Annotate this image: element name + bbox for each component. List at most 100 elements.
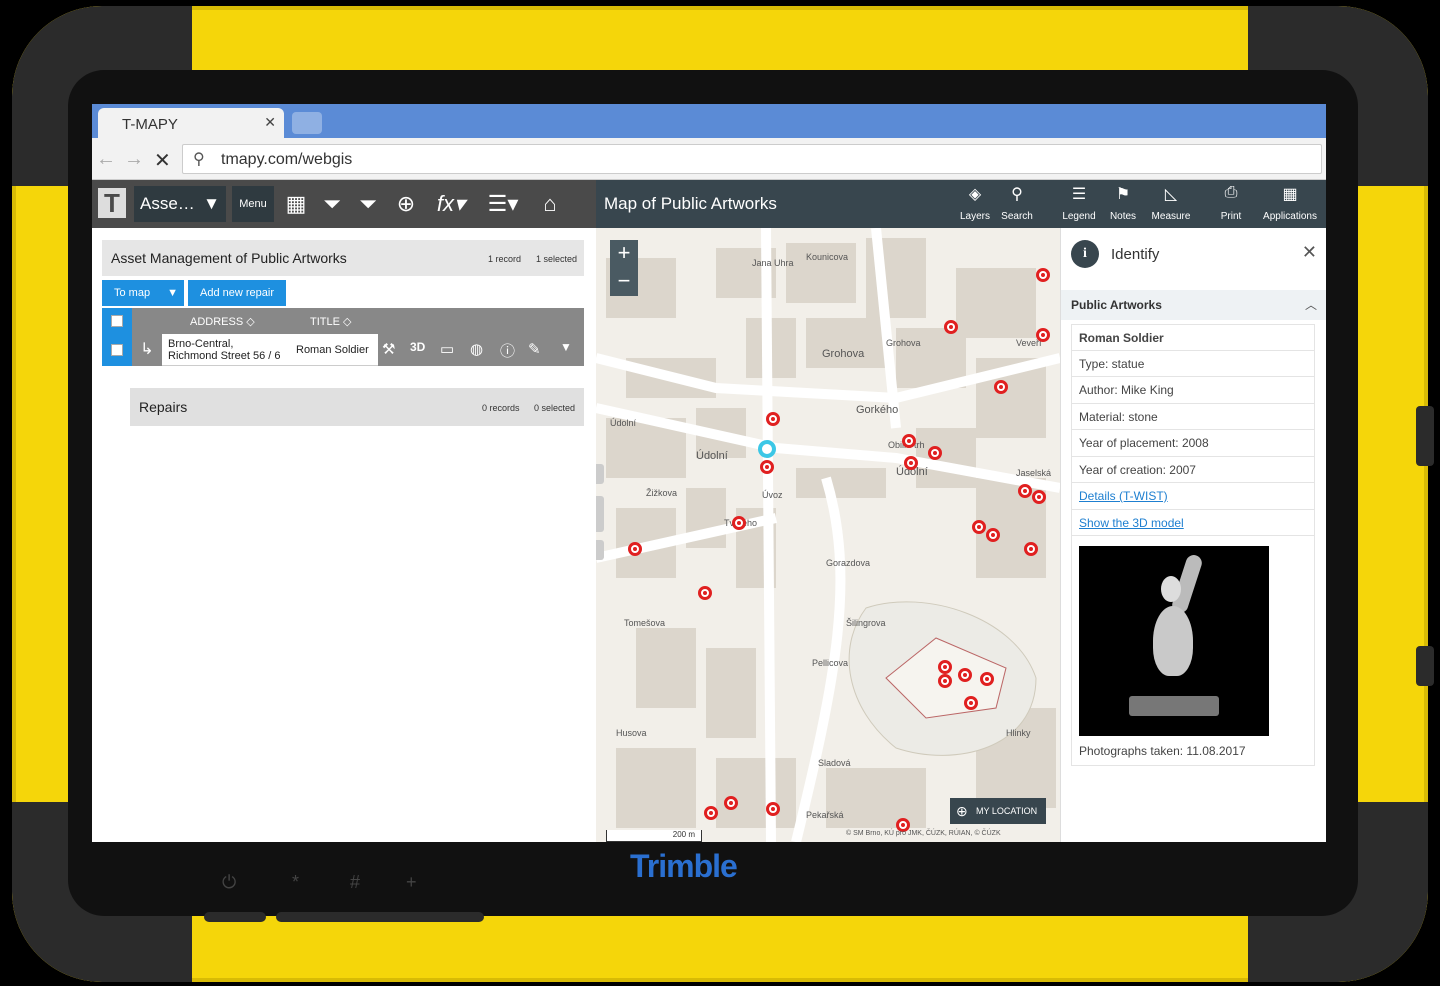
artwork-marker[interactable] bbox=[902, 434, 916, 448]
artwork-marker[interactable] bbox=[1024, 542, 1038, 556]
column-header-address[interactable]: ADDRESS ◇ bbox=[190, 315, 255, 328]
artwork-marker[interactable] bbox=[1036, 328, 1050, 342]
function-icon[interactable]: fx▾ bbox=[428, 180, 474, 228]
artwork-marker[interactable] bbox=[766, 802, 780, 816]
artwork-marker[interactable] bbox=[958, 668, 972, 682]
hardware-button[interactable] bbox=[204, 912, 266, 922]
artwork-marker[interactable] bbox=[1036, 268, 1050, 282]
map-canvas[interactable]: Jana Uhra Grohova Gorkého Údolní Obilní … bbox=[596, 228, 1060, 842]
select-all-checkbox[interactable] bbox=[111, 315, 123, 327]
street-label: Kounicova bbox=[806, 252, 849, 262]
street-label: Šilingrova bbox=[846, 618, 886, 628]
tmapy-logo-icon[interactable]: T bbox=[98, 188, 126, 218]
artwork-marker[interactable] bbox=[980, 672, 994, 686]
artwork-marker[interactable] bbox=[938, 660, 952, 674]
close-icon[interactable]: ✕ bbox=[1302, 242, 1317, 263]
identify-group-title: Public Artworks bbox=[1071, 298, 1162, 312]
street-label: Údolní bbox=[696, 450, 728, 462]
artwork-marker[interactable] bbox=[698, 586, 712, 600]
star-button-icon[interactable]: * bbox=[292, 872, 299, 893]
street-label: Pekařská bbox=[806, 810, 844, 820]
back-icon[interactable]: ← bbox=[96, 148, 116, 171]
artwork-marker[interactable] bbox=[724, 796, 738, 810]
applications-button[interactable]: ▦ Applications bbox=[1260, 184, 1320, 224]
map-scale: 200 m bbox=[606, 830, 702, 842]
street-label: Jana Uhra bbox=[752, 258, 794, 268]
row-checkbox[interactable] bbox=[111, 344, 123, 356]
street-label: Gorazdova bbox=[826, 558, 871, 568]
artwork-marker[interactable] bbox=[986, 528, 1000, 542]
search-icon: ⚲ bbox=[1011, 186, 1023, 203]
3d-view-icon[interactable]: 3D bbox=[410, 340, 425, 354]
hash-button-icon[interactable]: # bbox=[350, 872, 360, 893]
table-icon[interactable]: ▦ bbox=[278, 180, 314, 228]
show-3d-model-link[interactable]: Show the 3D model bbox=[1071, 509, 1315, 536]
more-options-icon[interactable]: ▼ bbox=[560, 340, 572, 354]
info-icon[interactable]: ⓘ bbox=[500, 340, 515, 361]
browser-tab[interactable]: T-MAPY ✕ bbox=[98, 108, 284, 138]
edit-icon[interactable]: ✎ bbox=[528, 340, 541, 358]
print-button[interactable]: ⎙ Print bbox=[1206, 184, 1256, 224]
artwork-marker[interactable] bbox=[944, 320, 958, 334]
folder-icon[interactable]: ▭ bbox=[440, 340, 454, 358]
search-button[interactable]: ⚲ Search bbox=[992, 184, 1042, 224]
side-button[interactable] bbox=[1416, 406, 1434, 466]
street-label: Žižkova bbox=[646, 488, 678, 498]
artwork-marker[interactable] bbox=[904, 456, 918, 470]
row-title: Roman Soldier bbox=[296, 344, 369, 356]
collapse-left-icon[interactable] bbox=[596, 464, 604, 484]
to-map-button[interactable]: To map ▼ bbox=[102, 280, 184, 306]
legend-button[interactable]: ☰ Legend bbox=[1054, 184, 1104, 224]
artwork-marker[interactable] bbox=[1018, 484, 1032, 498]
stop-icon[interactable]: ✕ bbox=[154, 148, 171, 173]
statue-photo[interactable] bbox=[1079, 546, 1269, 736]
filter-icon[interactable]: ⏷ bbox=[314, 180, 350, 228]
filter-clear-icon[interactable]: ⏷ bbox=[350, 180, 386, 228]
asset-panel-header: Asset Management of Public Artworks 1 re… bbox=[102, 240, 584, 276]
artwork-marker[interactable] bbox=[1032, 490, 1046, 504]
expand-right-icon[interactable] bbox=[596, 540, 604, 560]
street-label: Úvoz bbox=[762, 490, 783, 500]
table-row[interactable]: ↳ Brno-Central, Richmond Street 56 / 6 R… bbox=[102, 334, 584, 366]
forward-icon[interactable]: → bbox=[124, 148, 144, 171]
my-location-button[interactable]: ⊕ MY LOCATION bbox=[950, 798, 1046, 824]
artwork-marker[interactable] bbox=[928, 446, 942, 460]
select-all-cell bbox=[102, 308, 132, 334]
new-tab-button[interactable] bbox=[292, 112, 322, 134]
identify-group-header[interactable]: Public Artworks ︿ bbox=[1061, 290, 1326, 320]
panel-resize-handle[interactable] bbox=[596, 496, 604, 532]
artwork-marker[interactable] bbox=[732, 516, 746, 530]
zoom-in-button[interactable]: + bbox=[610, 240, 638, 268]
power-button-icon[interactable]: ⏻ bbox=[222, 872, 236, 893]
add-icon[interactable]: ⊕ bbox=[388, 180, 424, 228]
location-pin-icon[interactable] bbox=[758, 440, 776, 458]
artwork-marker[interactable] bbox=[704, 806, 718, 820]
artwork-marker[interactable] bbox=[760, 460, 774, 474]
close-tab-icon[interactable]: ✕ bbox=[264, 114, 276, 131]
repair-tools-icon[interactable]: ⚒ bbox=[382, 340, 395, 358]
side-button[interactable] bbox=[1416, 646, 1434, 686]
url-field[interactable]: ⚲ tmapy.com/webgis bbox=[182, 144, 1322, 174]
zoom-out-button[interactable]: − bbox=[610, 268, 638, 296]
add-repair-button[interactable]: Add new repair bbox=[188, 280, 286, 306]
measure-button[interactable]: ◺ Measure bbox=[1146, 184, 1196, 224]
artwork-marker[interactable] bbox=[972, 520, 986, 534]
artwork-marker[interactable] bbox=[766, 412, 780, 426]
home-icon[interactable]: ⌂ bbox=[532, 180, 568, 228]
artwork-marker[interactable] bbox=[938, 674, 952, 688]
artwork-marker[interactable] bbox=[964, 696, 978, 710]
details-link[interactable]: Details (T-WIST) bbox=[1071, 483, 1315, 510]
artwork-marker[interactable] bbox=[628, 542, 642, 556]
row-navigate-icon[interactable]: ↳ bbox=[132, 334, 162, 366]
hardware-button[interactable] bbox=[276, 912, 484, 922]
repairs-title: Repairs bbox=[139, 399, 188, 415]
artwork-marker[interactable] bbox=[994, 380, 1008, 394]
notes-button[interactable]: ⚑ Notes bbox=[1098, 184, 1148, 224]
repairs-panel[interactable]: Repairs 0 records 0 selected bbox=[130, 388, 584, 426]
globe-icon[interactable]: ◍ bbox=[470, 340, 483, 358]
plus-button-icon[interactable]: + bbox=[406, 872, 417, 893]
menu-button[interactable]: Menu bbox=[232, 186, 274, 222]
asset-dropdown[interactable]: Asse… ▼ bbox=[134, 186, 226, 222]
list-icon[interactable]: ☰▾ bbox=[480, 180, 526, 228]
column-header-title[interactable]: TITLE ◇ bbox=[310, 315, 351, 328]
